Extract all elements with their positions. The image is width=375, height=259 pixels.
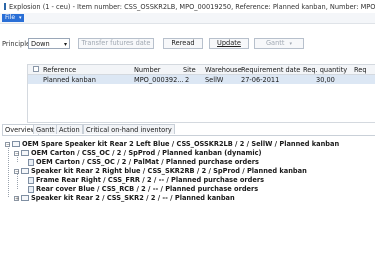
folder-icon [21, 150, 29, 156]
column-header-reference[interactable]: Reference [43, 66, 76, 74]
tree-node-label: Speaker kit Rear 2 / CSS_SKR2 / 2 / -- /… [31, 194, 235, 202]
title-bar: Explosion (1 - ceu) - Item number: CSS_O… [0, 0, 375, 13]
tree-node[interactable]: − OEM Spare Speaker kit Rear 2 Left Blue… [5, 140, 339, 148]
gantt-button[interactable]: Gantt ▾ [254, 38, 304, 49]
tree-node[interactable]: − Speaker kit Rear 2 Right blue / CSS_SK… [14, 167, 307, 175]
explosion-tree: − OEM Spare Speaker kit Rear 2 Left Blue… [2, 136, 375, 259]
tree-node-label: Rear cover Blue / CSS_RCB / 2 / -- / Pla… [36, 185, 259, 193]
window-title: Explosion (1 - ceu) - Item number: CSS_O… [9, 2, 375, 11]
cell-number: MPO_000392... [134, 76, 184, 84]
results-grid: Reference Number Site Warehouse Requirem… [27, 64, 375, 123]
column-header-warehouse[interactable]: Warehouse [205, 66, 242, 74]
document-icon [28, 176, 34, 184]
column-header-req[interactable]: Req [354, 66, 367, 74]
grid-header: Reference Number Site Warehouse Requirem… [28, 65, 375, 75]
transfer-futures-date-button[interactable]: Transfer futures date [78, 38, 154, 49]
file-menu-button[interactable]: File ▾ [2, 14, 24, 22]
table-row[interactable]: Planned kanban MPO_000392... 2 SellW 27-… [28, 75, 375, 84]
reread-button[interactable]: Reread [163, 38, 203, 49]
column-header-number[interactable]: Number [134, 66, 161, 74]
tab-overview-label: Overview [5, 126, 37, 134]
cell-reference: Planned kanban [43, 76, 96, 84]
file-menu-label: File [5, 14, 16, 21]
column-header-site[interactable]: Site [183, 66, 196, 74]
folder-icon [12, 141, 20, 147]
toolbar: Principle: Down ▾ Transfer futures date … [0, 36, 375, 52]
gantt-button-label: Gantt [265, 39, 285, 47]
transfer-button-label: Transfer futures date [81, 39, 151, 47]
tree-node[interactable]: − OEM Carton / CSS_OC / 2 / SpProd / Pla… [14, 149, 262, 157]
chevron-down-icon: ▾ [18, 15, 22, 21]
folder-icon [21, 195, 29, 201]
tab-critical-label: Critical on-hand inventory [86, 126, 172, 134]
tree-node[interactable]: + Speaker kit Rear 2 / CSS_SKR2 / 2 / --… [14, 194, 235, 202]
tab-action-label: Action [59, 126, 80, 134]
tree-node-label: OEM Spare Speaker kit Rear 2 Left Blue /… [22, 140, 340, 148]
tab-gantt-label: Gantt [36, 126, 55, 134]
tree-node[interactable]: Frame Rear Right / CSS_FRR / 2 / -- / Pl… [28, 176, 264, 184]
collapse-icon[interactable]: − [14, 168, 19, 174]
folder-icon [21, 168, 29, 174]
tree-guide-line [8, 144, 9, 197]
principle-value: Down [31, 40, 50, 48]
tree-node-label: Speaker kit Rear 2 Right blue / CSS_SKR2… [31, 167, 307, 175]
tree-node-label: OEM Carton / CSS_OC / 2 / PalMat / Plann… [36, 158, 259, 166]
select-all-checkbox[interactable] [33, 66, 39, 72]
document-icon [28, 158, 34, 166]
update-button[interactable]: Update [209, 38, 249, 49]
tree-node[interactable]: OEM Carton / CSS_OC / 2 / PalMat / Plann… [28, 158, 259, 166]
cell-requirement-date: 27-06-2011 [241, 76, 280, 84]
tab-critical-on-hand-inventory[interactable]: Critical on-hand inventory [83, 124, 175, 134]
menu-bar: File ▾ [0, 13, 375, 24]
reread-button-label: Reread [171, 39, 195, 47]
column-header-req-quantity[interactable]: Req. quantity [303, 66, 347, 74]
tree-node-label: Frame Rear Right / CSS_FRR / 2 / -- / Pl… [36, 176, 265, 184]
cell-warehouse: SellW [205, 76, 224, 84]
tree-node[interactable]: Rear cover Blue / CSS_RCB / 2 / -- / Pla… [28, 185, 258, 193]
document-icon [28, 185, 34, 193]
column-header-requirement-date[interactable]: Requirement date [241, 66, 300, 74]
cell-site: 2 [185, 76, 190, 84]
app-icon [4, 3, 6, 10]
cell-req-quantity: 30,00 [316, 76, 335, 84]
detail-tabs: Overview Gantt Action Critical on-hand i… [2, 124, 375, 136]
tab-action[interactable]: Action [56, 124, 83, 134]
expand-icon[interactable]: + [14, 195, 19, 201]
tab-gantt[interactable]: Gantt [33, 124, 58, 134]
chevron-down-icon: ▾ [289, 41, 293, 47]
collapse-icon[interactable]: − [14, 150, 19, 156]
principle-select[interactable]: Down ▾ [28, 38, 70, 49]
update-button-label: Update [217, 39, 241, 47]
tree-node-label: OEM Carton / CSS_OC / 2 / SpProd / Plann… [31, 149, 262, 157]
chevron-down-icon: ▾ [63, 41, 67, 48]
collapse-icon[interactable]: − [5, 141, 10, 147]
